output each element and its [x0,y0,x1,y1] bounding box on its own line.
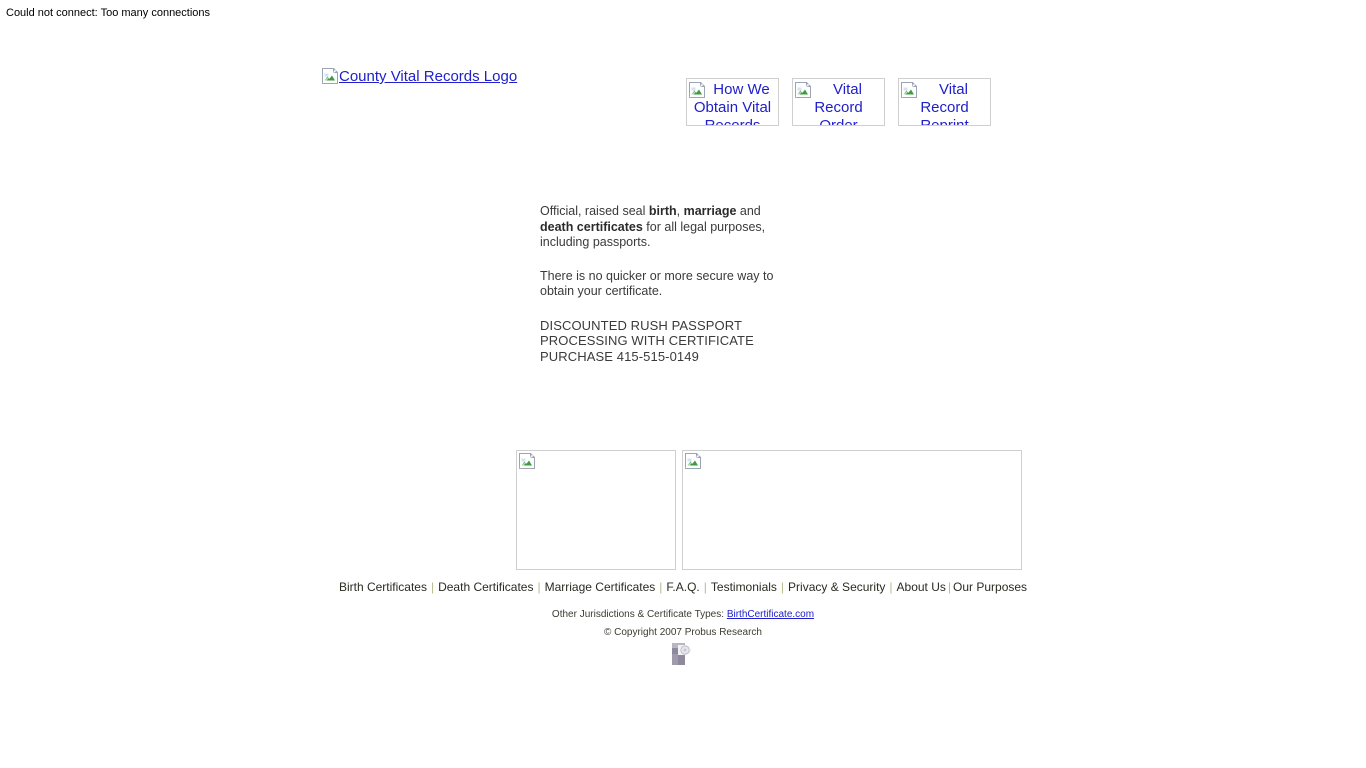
footer-link-death-certificates[interactable]: Death Certificates [436,580,535,594]
rush-passport-promo: DISCOUNTED RUSH PASSPORT PROCESSING WITH… [540,318,792,365]
footer-link-marriage-certificates[interactable]: Marriage Certificates [543,580,658,594]
intro-paragraph: Official, raised seal birth, marriage an… [540,204,792,251]
broken-image-icon [689,82,705,98]
footer-link-about-us[interactable]: About Us [895,580,948,594]
site-logo-link[interactable]: County Vital Records Logo [322,68,517,86]
nav-button-vital-record-reprint[interactable]: Vital Record Reprint [898,78,991,126]
intro-bold-death-certificates: death certificates [540,219,643,234]
right-image-placeholder[interactable] [682,450,1022,570]
footer-separator: | [889,580,893,594]
nav-button-alt-text: Vital Record Reprint [920,81,969,126]
nav-button-alt-text: Vital Record Order [814,81,863,126]
footer-separator: | [780,580,785,594]
footer-link-testimonials[interactable]: Testimonials [709,580,779,594]
footer-separator: | [537,580,541,594]
nav-button-how-we-obtain-vital-records[interactable]: How We Obtain Vital Records [686,78,779,126]
broken-image-icon [519,453,535,469]
intro-bold-birth: birth [648,204,677,218]
footer-legal: Other Jurisdictions & Certificate Types:… [0,608,1366,640]
rush-promo-line-1: DISCOUNTED RUSH PASSPORT [540,317,743,333]
footer-link-birth-certificates[interactable]: Birth Certificates [337,580,429,594]
other-jurisdictions-label: Other Jurisdictions & Certificate Types: [551,609,725,620]
footer-link-our-purposes[interactable]: Our Purposes [951,580,1029,594]
intro-part-3: and [736,204,761,218]
footer-link-faq[interactable]: F.A.Q. [664,580,701,594]
copyright-text: © Copyright 2007 Probus Research [603,627,762,638]
tracker-image [670,641,694,669]
broken-image-icon [901,82,917,98]
intro-part-1: Official, raised seal [540,204,649,218]
site-logo-alt-text: County Vital Records Logo [339,68,518,85]
nav-button-alt-text: How We Obtain Vital Records [693,81,772,126]
footer-nav: Birth Certificates | Death Certificates | Ma… [0,579,1366,595]
database-error-banner: Could not connect: Too many connections [6,7,211,19]
secure-paragraph: There is no quicker or more secure way t… [540,268,774,299]
broken-image-icon [322,68,338,84]
left-image-placeholder[interactable] [516,450,676,570]
broken-image-icon [685,453,701,469]
media-placeholders [516,450,1022,570]
rush-promo-line-3: PURCHASE 415-515-0149 [540,348,699,364]
other-jurisdictions-link[interactable]: BirthCertificate.com [727,609,814,620]
primary-nav: How We Obtain Vital Records Vital Record… [686,78,991,126]
nav-button-vital-record-order[interactable]: Vital Record Order [792,78,885,126]
intro-bold-marriage: marriage [683,204,737,218]
footer-link-privacy-security[interactable]: Privacy & Security [786,580,887,594]
intro-part-2: , [676,204,684,218]
broken-image-icon [795,82,811,98]
footer-separator: | [703,580,707,594]
main-copy: Official, raised seal birth, marriage an… [540,204,792,364]
rush-promo-line-2: PROCESSING WITH CERTIFICATE [540,333,754,348]
